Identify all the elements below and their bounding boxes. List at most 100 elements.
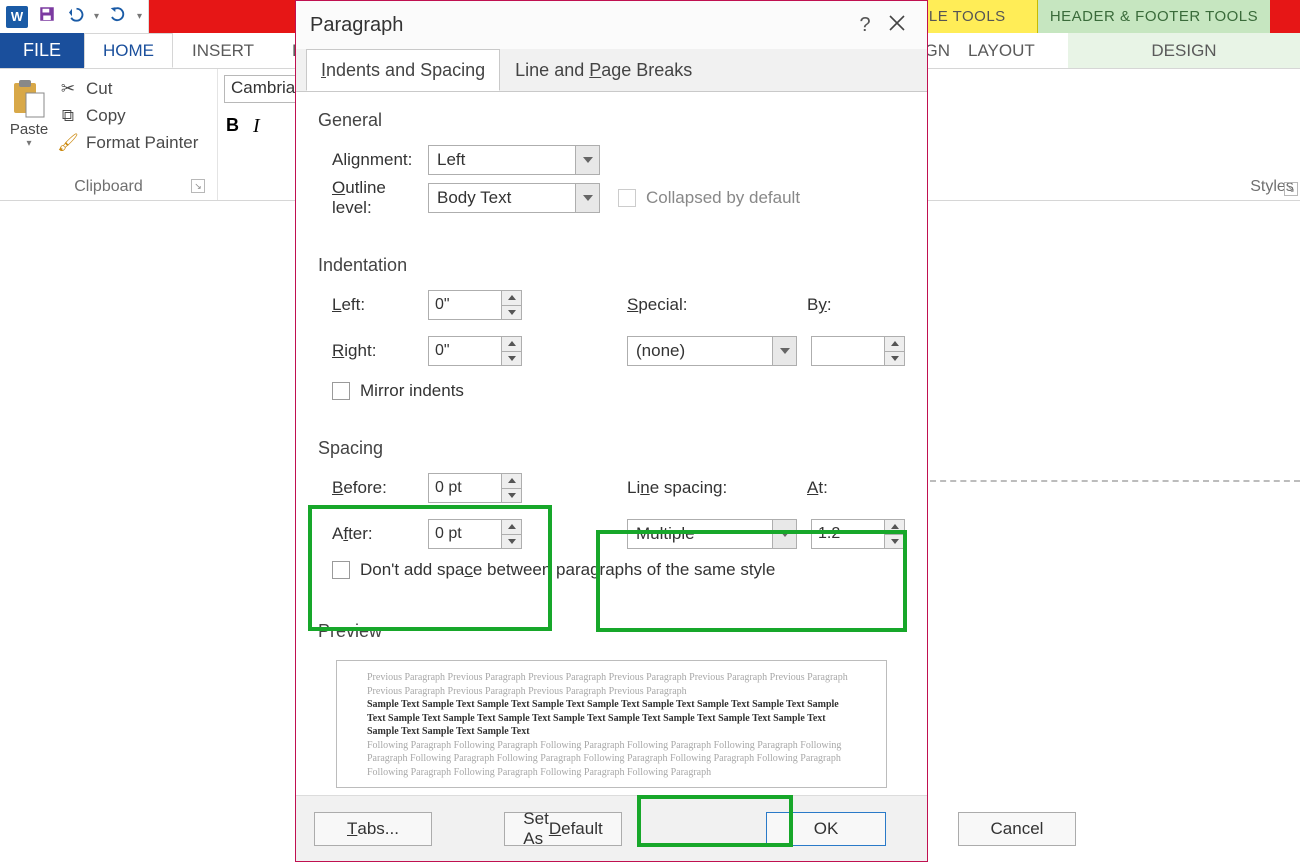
- dialog-titlebar: Paragraph ?: [296, 1, 927, 49]
- italic-button[interactable]: I: [253, 115, 260, 138]
- indent-left-spinner[interactable]: 0": [428, 290, 522, 320]
- spinner-up-icon[interactable]: [502, 337, 521, 352]
- mirror-indents-checkbox[interactable]: [332, 382, 350, 400]
- spinner-down-icon[interactable]: [502, 352, 521, 366]
- save-icon[interactable]: [38, 5, 56, 28]
- undo-icon[interactable]: [66, 5, 84, 28]
- by-label: By:By:: [807, 295, 832, 315]
- chevron-down-icon: [772, 337, 796, 365]
- after-spinner[interactable]: 0 pt: [428, 519, 522, 549]
- outline-level-value: Body Text: [429, 188, 575, 208]
- paragraph-dialog: Paragraph ? IIndents and Spacingndents a…: [295, 0, 928, 862]
- dialog-body: General Alignment:Alignment: Left Outlin…: [296, 91, 927, 795]
- help-button[interactable]: ?: [849, 14, 881, 37]
- line-spacing-combo[interactable]: Multiple: [627, 519, 797, 549]
- indent-right-spinner[interactable]: 0": [428, 336, 522, 366]
- cancel-button[interactable]: Cancel: [958, 812, 1076, 846]
- indent-left-value: 0": [429, 291, 501, 319]
- redo-icon[interactable]: [109, 5, 127, 28]
- indentation-heading: Indentation: [318, 249, 905, 286]
- format-painter-button[interactable]: 🖌 Format Painter: [58, 133, 198, 153]
- dialog-button-row: Tabs...Tabs... Set As DefaultSet As Defa…: [296, 795, 927, 861]
- alignment-combo[interactable]: Left: [428, 145, 600, 175]
- home-tab[interactable]: HOME: [84, 33, 173, 68]
- line-spacing-label: Line spacing:Line spacing:: [627, 478, 807, 498]
- spinner-down-icon[interactable]: [885, 535, 904, 549]
- clipboard-launcher-icon[interactable]: ↘: [191, 179, 205, 193]
- header-footer-design-tab[interactable]: DESIGN: [1068, 33, 1300, 68]
- outline-level-combo[interactable]: Body Text: [428, 183, 600, 213]
- indentation-section: Indentation Left:Left: 0" Right:Right: 0…: [318, 249, 905, 408]
- preview-box: Previous Paragraph Previous Paragraph Pr…: [336, 660, 887, 788]
- mirror-indents-label: Mirror indents: [360, 381, 464, 401]
- spinner-down-icon[interactable]: [502, 489, 521, 503]
- tabs-button[interactable]: Tabs...Tabs...: [314, 812, 432, 846]
- tab-indents-spacing[interactable]: IIndents and Spacingndents and Spacing: [306, 49, 500, 91]
- spinner-down-icon[interactable]: [885, 352, 904, 366]
- special-label: S: [627, 295, 638, 314]
- table-tools-layout-tab[interactable]: LAYOUT: [968, 33, 1068, 68]
- chevron-down-icon: [772, 520, 796, 548]
- indent-right-value: 0": [429, 337, 501, 365]
- brush-icon: 🖌: [58, 133, 78, 153]
- line-spacing-value: Multiple: [628, 524, 772, 544]
- bold-button[interactable]: B: [226, 115, 239, 138]
- at-label: At:At:: [807, 478, 828, 498]
- preview-section: Preview Previous Paragraph Previous Para…: [318, 615, 905, 788]
- alignment-value: Left: [429, 150, 575, 170]
- after-value: 0 pt: [429, 520, 501, 548]
- file-tab[interactable]: FILE: [0, 33, 84, 68]
- customize-qat-icon[interactable]: ▾: [137, 11, 142, 22]
- preview-previous-text: Previous Paragraph Previous Paragraph Pr…: [367, 671, 856, 698]
- paste-button[interactable]: Paste ▾: [6, 75, 52, 175]
- special-indent-combo[interactable]: (none): [627, 336, 797, 366]
- close-button[interactable]: [881, 14, 913, 37]
- set-as-default-button[interactable]: Set As DefaultSet As Default: [504, 812, 622, 846]
- ok-button[interactable]: OK: [766, 812, 886, 846]
- spinner-down-icon[interactable]: [502, 535, 521, 549]
- before-label: Before:Before:: [318, 478, 428, 498]
- at-spinner[interactable]: 1.2: [811, 519, 905, 549]
- word-icon: W: [6, 6, 28, 28]
- titlebar-red-end: [1270, 0, 1300, 33]
- dont-add-space-checkbox[interactable]: [332, 561, 350, 579]
- copy-button[interactable]: ⧉ Copy: [58, 106, 198, 126]
- spinner-down-icon[interactable]: [502, 306, 521, 320]
- paste-label: Paste: [10, 121, 48, 138]
- spinner-up-icon[interactable]: [502, 291, 521, 306]
- preview-following-text: Following Paragraph Following Paragraph …: [367, 739, 856, 780]
- tab-line-page-breaks[interactable]: Line and Page BreaksLine and Page Breaks: [500, 49, 707, 91]
- cut-label: Cut: [86, 79, 112, 99]
- undo-more-icon[interactable]: ▾: [94, 11, 99, 22]
- paste-more-icon[interactable]: ▾: [26, 138, 31, 149]
- before-value: 0 pt: [429, 474, 501, 502]
- spacing-section: Spacing Before:Before: 0 pt After:After:…: [318, 432, 905, 587]
- spinner-up-icon[interactable]: [502, 520, 521, 535]
- copy-label: Copy: [86, 106, 126, 126]
- preview-sample-text: Sample Text Sample Text Sample Text Samp…: [367, 698, 856, 739]
- spinner-up-icon[interactable]: [885, 337, 904, 352]
- before-spinner[interactable]: 0 pt: [428, 473, 522, 503]
- copy-icon: ⧉: [58, 106, 78, 126]
- styles-group-label: Styles ↘: [1244, 69, 1300, 200]
- after-label: After:After:: [318, 524, 428, 544]
- cut-button[interactable]: ✂ Cut: [58, 79, 198, 99]
- chevron-down-icon: [575, 184, 599, 212]
- styles-launcher-icon[interactable]: ↘: [1284, 182, 1298, 196]
- spinner-up-icon[interactable]: [885, 520, 904, 535]
- by-spinner[interactable]: [811, 336, 905, 366]
- indent-right-label: Right:Right:: [318, 341, 428, 361]
- dialog-title: Paragraph: [310, 14, 403, 37]
- general-section: General Alignment:Alignment: Left Outlin…: [318, 104, 905, 217]
- quick-access-toolbar: W ▾ ▾: [0, 0, 149, 33]
- font-name-combo[interactable]: Cambria: [224, 75, 296, 103]
- header-footer-tools-context-tab: HEADER & FOOTER TOOLS: [1038, 0, 1270, 33]
- format-painter-label: Format Painter: [86, 133, 198, 153]
- spinner-up-icon[interactable]: [502, 474, 521, 489]
- font-group: Cambria B I: [218, 69, 298, 200]
- clipboard-group-label: Clipboard ↘: [6, 175, 211, 200]
- preview-heading: Preview: [318, 615, 905, 652]
- outline-level-label: Outline level:Outline level:: [318, 178, 428, 218]
- insert-tab[interactable]: INSERT: [173, 33, 273, 68]
- clipboard-group: Paste ▾ ✂ Cut ⧉ Copy 🖌 Format Painter Cl: [0, 69, 218, 200]
